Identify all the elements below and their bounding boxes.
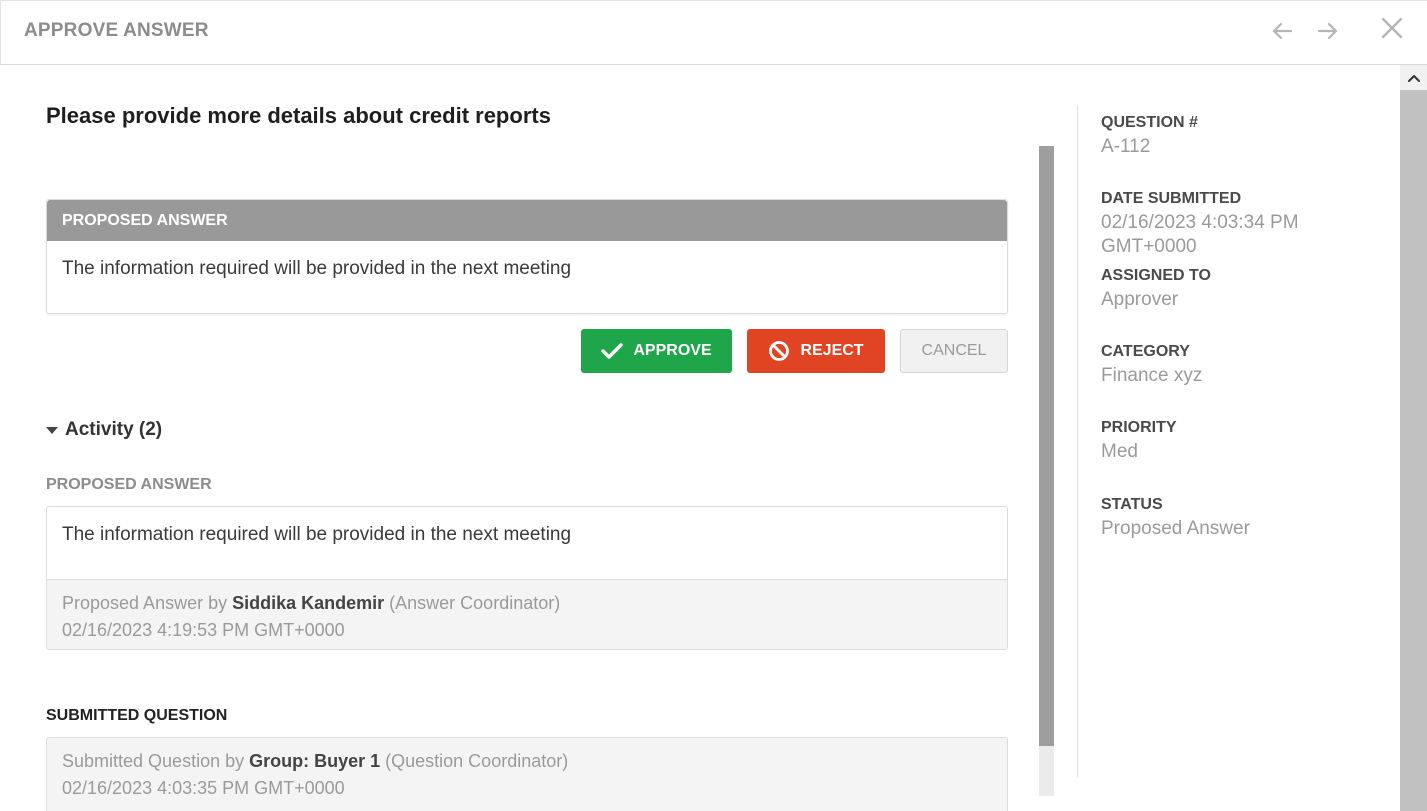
- cancel-button[interactable]: CANCEL: [900, 329, 1008, 373]
- question-number-value: A-112: [1101, 136, 1151, 157]
- date-submitted-label: DATE SUBMITTED: [1101, 190, 1242, 207]
- dialog-title: APPROVE ANSWER: [24, 20, 209, 41]
- proposed-answer-header: PROPOSED ANSWER: [47, 200, 1007, 241]
- status-value: Proposed Answer: [1101, 518, 1250, 539]
- reject-label: REJECT: [800, 342, 864, 359]
- activity-question-author: Group: Buyer 1: [249, 751, 381, 771]
- arrow-right-icon[interactable]: [1312, 15, 1344, 47]
- details-sidebar: QUESTION # A-112 DATE SUBMITTED 02/16/20…: [1077, 105, 1400, 777]
- approve-label: APPROVE: [633, 342, 712, 359]
- activity-question-timestamp: 02/16/2023 4:03:35 PM GMT+0000: [62, 778, 345, 798]
- category-value: Finance xyz: [1101, 365, 1203, 386]
- activity-proposed-answer-label: PROPOSED ANSWER: [46, 476, 212, 493]
- activity-proposed-answer-card: The information required will be provide…: [46, 506, 1008, 650]
- prohibited-icon: [768, 340, 790, 362]
- activity-submitted-question-label: SUBMITTED QUESTION: [46, 707, 228, 724]
- question-title: Please provide more details about credit…: [46, 103, 551, 128]
- activity-toggle[interactable]: Activity (2): [46, 419, 162, 441]
- category-label: CATEGORY: [1101, 343, 1190, 360]
- assigned-to-value: Approver: [1101, 289, 1179, 310]
- activity-answer-text: The information required will be provide…: [47, 507, 1007, 580]
- content-scrollbar-thumb[interactable]: [1039, 146, 1054, 746]
- question-number-label: QUESTION #: [1101, 114, 1198, 131]
- close-icon[interactable]: [1376, 12, 1408, 44]
- activity-answer-author: Siddika Kandemir: [232, 593, 385, 613]
- dialog-header: APPROVE ANSWER: [0, 0, 1427, 65]
- date-submitted-value: 02/16/2023 4:03:34 PM GMT+0000: [1101, 212, 1299, 257]
- priority-value: Med: [1101, 441, 1138, 462]
- page-scrollbar-thumb[interactable]: [1400, 90, 1427, 811]
- main-content: Please provide more details about credit…: [0, 65, 1040, 811]
- activity-label: Activity (2): [65, 419, 163, 440]
- activity-answer-timestamp: 02/16/2023 4:19:53 PM GMT+0000: [62, 620, 345, 640]
- priority-label: PRIORITY: [1101, 419, 1177, 436]
- scroll-up-icon[interactable]: [1400, 65, 1427, 90]
- checkmark-icon: [601, 342, 624, 360]
- activity-question-meta: Submitted Question by Group: Buyer 1 (Qu…: [47, 738, 1007, 811]
- activity-question-role: (Question Coordinator): [380, 751, 569, 771]
- approve-button[interactable]: APPROVE: [581, 329, 732, 373]
- status-label: STATUS: [1101, 496, 1163, 513]
- proposed-answer-text: The information required will be provide…: [62, 258, 572, 279]
- activity-submitted-question-card: Submitted Question by Group: Buyer 1 (Qu…: [46, 737, 1008, 811]
- page-scrollbar[interactable]: [1400, 65, 1427, 811]
- reject-button[interactable]: REJECT: [747, 329, 885, 373]
- activity-answer-role: (Answer Coordinator): [384, 593, 561, 613]
- proposed-answer-panel: PROPOSED ANSWER The information required…: [46, 199, 1008, 314]
- activity-answer-meta: Proposed Answer by Siddika Kandemir (Ans…: [47, 580, 1007, 649]
- arrow-left-icon[interactable]: [1266, 15, 1298, 47]
- activity-question-prefix: Submitted Question by: [62, 751, 250, 771]
- activity-answer-prefix: Proposed Answer by: [62, 593, 233, 613]
- assigned-to-label: ASSIGNED TO: [1101, 267, 1211, 284]
- content-scrollbar[interactable]: [1039, 146, 1054, 796]
- caret-down-icon: [46, 426, 58, 434]
